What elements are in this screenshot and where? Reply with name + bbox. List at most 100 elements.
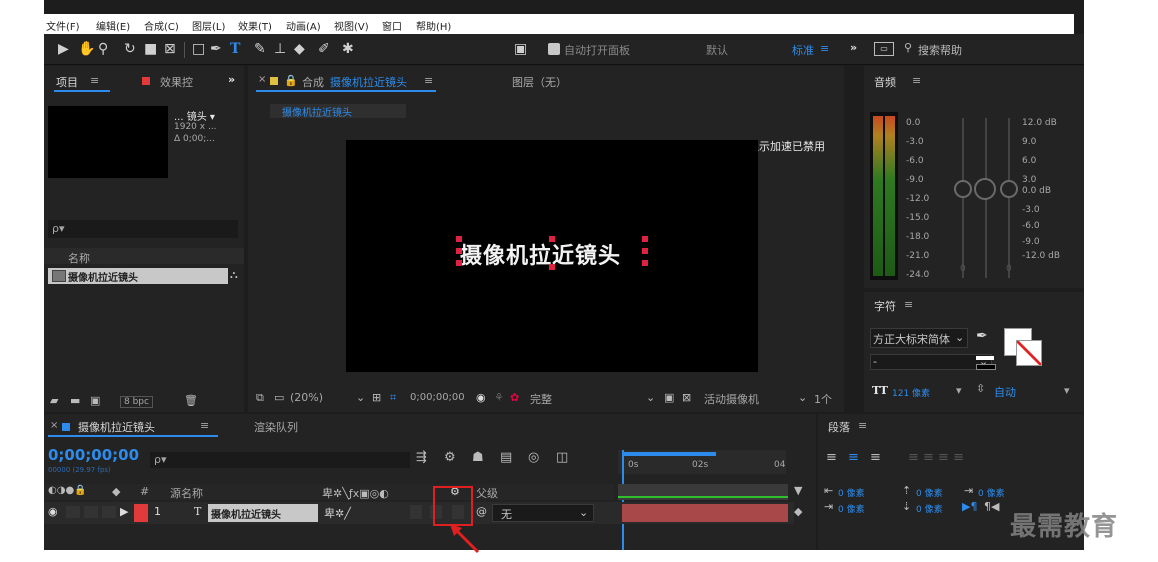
space-before-value[interactable]: 0 像素 — [916, 486, 943, 499]
volume-knob-left[interactable] — [954, 180, 972, 198]
pan-behind-tool-icon[interactable]: ⊠ — [164, 40, 176, 58]
roto-brush-tool-icon[interactable]: ✐ — [318, 40, 330, 58]
stroke-color-swatch[interactable] — [1016, 340, 1042, 366]
show-snapshot-icon[interactable]: ⚘ — [494, 391, 504, 404]
work-area-bar[interactable] — [624, 452, 716, 456]
font-size-value[interactable]: 121 像素 — [892, 386, 930, 399]
parent-header[interactable]: 父级 — [476, 485, 498, 501]
pen-tool-icon[interactable]: ✒ — [210, 40, 222, 58]
screen-icon[interactable]: ▭ — [874, 42, 894, 56]
rectangle-tool-icon[interactable]: □ — [192, 40, 205, 58]
audio-tab[interactable]: 音频 — [874, 74, 896, 90]
comp-canvas[interactable]: 摄像机拉近镜头 — [346, 140, 758, 372]
close-tab-icon[interactable]: × — [50, 420, 58, 431]
delete-icon[interactable]: 🗑 — [184, 394, 198, 407]
bit-depth[interactable]: 8 bpc — [120, 396, 153, 408]
eraser-tool-icon[interactable]: ◆ — [294, 40, 305, 58]
bbox-handle[interactable] — [642, 260, 648, 266]
clone-stamp-tool-icon[interactable]: ⊥ — [274, 40, 286, 58]
type-tool-icon[interactable]: T — [230, 40, 240, 58]
transparency-icon[interactable]: ▣ — [664, 391, 674, 404]
dropdown-chevron-icon[interactable]: ▾ — [956, 384, 962, 397]
lock-toggle[interactable] — [102, 506, 116, 518]
menu-window[interactable]: 窗口 — [382, 18, 402, 33]
bbox-handle[interactable] — [456, 248, 462, 254]
snapshot-icon[interactable]: ⧉ — [256, 391, 264, 405]
character-tab[interactable]: 字符 — [874, 298, 896, 314]
playhead[interactable] — [622, 450, 624, 550]
character-tab-menu-icon[interactable]: ≡ — [904, 298, 913, 311]
rotate-tool-icon[interactable]: ↻ — [124, 40, 136, 58]
project-search-input[interactable]: ρ▾ — [48, 220, 238, 238]
paragraph-tab[interactable]: 段落 — [828, 419, 850, 435]
zoom-tool-icon[interactable]: ⚲ — [98, 40, 108, 58]
help-search-input[interactable]: 搜索帮助 — [918, 42, 962, 58]
layer-duration-bar[interactable] — [622, 504, 788, 522]
hand-tool-icon[interactable]: ✋ — [78, 40, 95, 58]
grid-icon[interactable]: ⊞ — [372, 391, 381, 404]
audio-toggle[interactable] — [66, 506, 80, 518]
eyedropper-icon[interactable]: ✒ — [976, 328, 988, 344]
source-name-header[interactable]: 源名称 — [170, 485, 203, 501]
solo-toggle[interactable] — [84, 506, 98, 518]
visibility-eye-icon[interactable]: ◉ — [48, 505, 58, 518]
camera-view[interactable]: 活动摄像机 — [704, 391, 759, 407]
shy-icon[interactable]: ☗ — [472, 450, 484, 465]
menu-view[interactable]: 视图(V) — [334, 18, 369, 33]
bbox-handle[interactable] — [549, 264, 555, 270]
menu-composition[interactable]: 合成(C) — [144, 18, 179, 33]
selection-tool-icon[interactable]: ▶ — [58, 40, 69, 58]
menu-edit[interactable]: 编辑(E) — [96, 18, 130, 33]
close-tab-icon[interactable]: × — [258, 74, 266, 85]
indent-left-value[interactable]: 0 像素 — [838, 486, 865, 499]
timeline-search-input[interactable]: ρ▾ — [150, 452, 410, 468]
thumb-title[interactable]: ... 镜头 ▾ — [174, 108, 215, 123]
channel-icon[interactable]: ✿ — [510, 391, 519, 404]
align-center-icon[interactable]: ≡ — [848, 450, 859, 465]
layer-row[interactable]: ◉ ▶ 1 T 摄像机拉近镜头 卑✲╱ @ 无 ⌄ ◆ — [44, 502, 802, 524]
quality-dropdown-icon[interactable]: ⌄ — [646, 391, 655, 404]
new-composition-icon[interactable]: ▣ — [90, 394, 100, 407]
first-line-value[interactable]: 0 像素 — [978, 486, 1005, 499]
expand-arrow-icon[interactable]: ▶ — [120, 505, 128, 518]
flowchart-icon[interactable]: ⛬ — [230, 268, 238, 282]
menu-layer[interactable]: 图层(L) — [192, 18, 225, 33]
audio-tab-menu-icon[interactable]: ≡ — [912, 74, 921, 87]
comp-tab-name[interactable]: 摄像机拉近镜头 — [330, 74, 407, 90]
auto-open-checkbox[interactable] — [548, 43, 560, 55]
bbox-handle[interactable] — [549, 236, 555, 242]
leading-value[interactable]: 自动 — [994, 384, 1016, 400]
project-tab[interactable]: 项目 — [56, 74, 78, 90]
interpret-footage-icon[interactable]: ▰ — [50, 394, 58, 407]
pick-whip-icon[interactable]: @ — [476, 505, 487, 518]
switch-box[interactable] — [410, 505, 422, 519]
view-count[interactable]: 1个 — [814, 391, 832, 407]
workspace-standard[interactable]: 标准 — [792, 42, 814, 58]
justify-icons[interactable]: ≡ ≡ ≡ ≡ — [908, 450, 964, 465]
region-icon[interactable]: ⌗ — [390, 391, 396, 405]
volume-knob-right[interactable] — [1000, 180, 1018, 198]
parent-dropdown[interactable]: 无 ⌄ — [492, 504, 594, 522]
zoom-value[interactable]: (20%) — [290, 391, 323, 404]
quality-value[interactable]: 完整 — [530, 391, 552, 407]
layer-name-field[interactable]: 摄像机拉近镜头 — [208, 504, 318, 522]
dropdown-chevron-icon[interactable]: ▾ — [1064, 384, 1070, 397]
paragraph-tab-menu-icon[interactable]: ≡ — [858, 419, 867, 432]
workspace-more[interactable]: » — [850, 41, 857, 54]
white-swatch[interactable] — [976, 356, 994, 360]
space-after-value[interactable]: 0 像素 — [916, 502, 943, 515]
timeline-tab[interactable]: 摄像机拉近镜头 — [78, 419, 155, 435]
brush-tool-icon[interactable]: ✎ — [254, 40, 266, 58]
camera-dropdown-icon[interactable]: ⌄ — [798, 391, 807, 404]
comp-tab-menu-icon[interactable]: ≡ — [424, 74, 433, 87]
layer-label-color[interactable] — [134, 504, 148, 522]
timeline-tab-menu-icon[interactable]: ≡ — [200, 419, 209, 432]
marker-icon[interactable]: ▼ — [794, 484, 802, 497]
align-left-icon[interactable]: ≡ — [826, 450, 837, 465]
comp-flowchart-icon[interactable]: ⇶ — [416, 450, 427, 465]
font-family-dropdown[interactable]: 方正大标宋简体 ⌄ — [870, 328, 968, 348]
frame-blend-icon[interactable]: ▤ — [500, 450, 512, 465]
bbox-handle[interactable] — [456, 260, 462, 266]
camera-tool-icon[interactable]: ■ — [144, 40, 157, 58]
menu-effect[interactable]: 效果(T) — [238, 18, 272, 33]
